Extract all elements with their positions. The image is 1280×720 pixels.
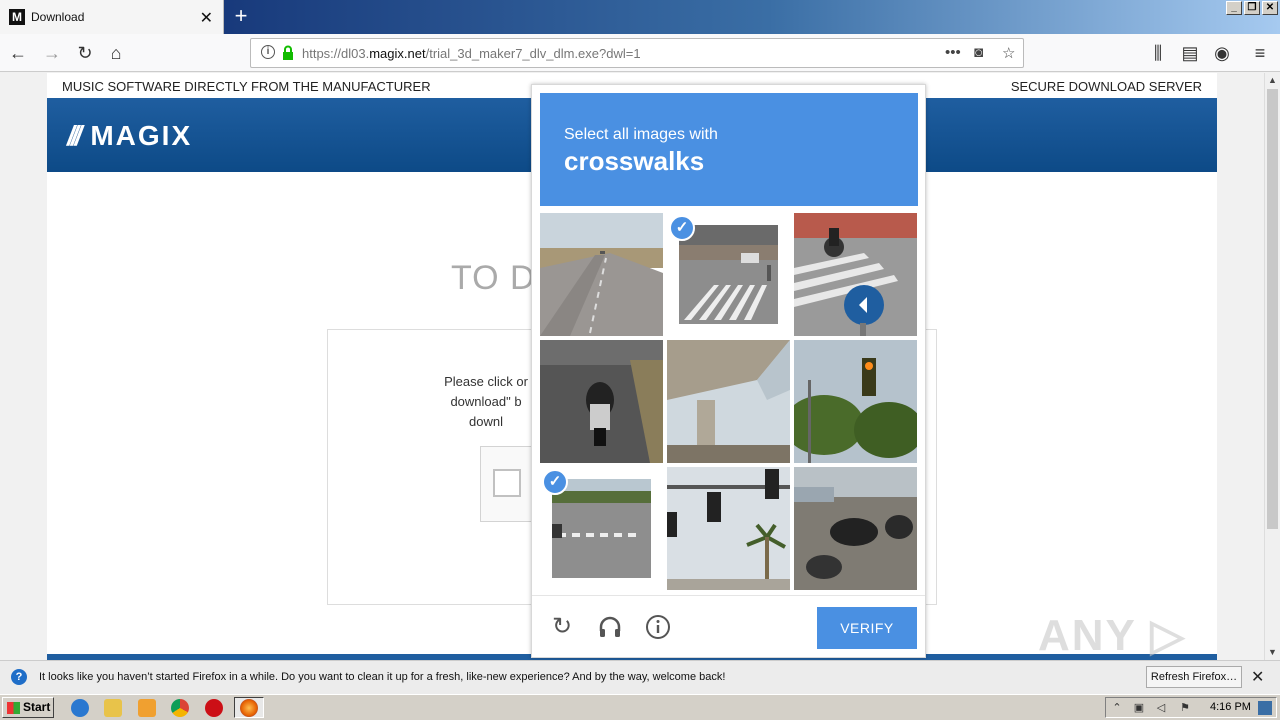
- media-player-icon[interactable]: [138, 699, 156, 717]
- page-scrollbar[interactable]: ▲ ▼: [1264, 73, 1280, 660]
- minimize-button[interactable]: _: [1226, 1, 1242, 15]
- tile-image: [540, 340, 663, 463]
- site-info-icon[interactable]: i: [261, 45, 275, 59]
- challenge-tile[interactable]: [667, 467, 790, 590]
- url-bar[interactable]: i https://dl03.magix.net/trial_3d_maker7…: [250, 38, 1024, 68]
- opera-icon[interactable]: [205, 699, 223, 717]
- question-icon: ?: [11, 669, 27, 685]
- chrome-icon[interactable]: [171, 699, 189, 717]
- network-icon[interactable]: ▣: [1132, 701, 1146, 715]
- tab-close-icon[interactable]: ✕: [200, 8, 213, 28]
- scroll-up-icon[interactable]: ▲: [1268, 75, 1277, 85]
- challenge-tile[interactable]: [794, 467, 917, 590]
- forward-icon[interactable]: →: [42, 43, 62, 63]
- tile-image: [667, 467, 790, 590]
- tab-strip: M Download ✕ + _ ❐ ✕: [0, 0, 1280, 34]
- tile-image: [540, 213, 663, 336]
- account-icon[interactable]: ◉: [1212, 43, 1232, 63]
- home-icon[interactable]: ⌂: [106, 43, 126, 63]
- tile-image: [679, 225, 778, 324]
- selected-check-icon: ✓: [542, 469, 568, 495]
- lock-icon: [283, 45, 293, 60]
- tile-image: [552, 479, 651, 578]
- url-text[interactable]: https://dl03.magix.net/trial_3d_maker7_d…: [302, 46, 641, 61]
- ie-icon[interactable]: [71, 699, 89, 717]
- nav-bar: ← → ↻ ⌂ i https://dl03.magix.net/trial_3…: [0, 34, 1280, 72]
- instructions-line: Please click or: [444, 374, 528, 389]
- back-icon[interactable]: ←: [8, 43, 28, 63]
- menu-icon[interactable]: ≡: [1250, 43, 1270, 63]
- challenge-tile[interactable]: [794, 213, 917, 336]
- tab-download[interactable]: M Download ✕: [0, 0, 224, 34]
- tile-image: [794, 340, 917, 463]
- pocket-icon[interactable]: ◙: [974, 44, 983, 61]
- scroll-thumb[interactable]: [1267, 89, 1278, 529]
- close-window-button[interactable]: ✕: [1262, 1, 1278, 15]
- challenge-prompt: Select all images with: [564, 126, 718, 143]
- show-desktop-icon[interactable]: [1258, 701, 1272, 715]
- tile-image: [794, 467, 917, 590]
- logo-text: MAGIX: [90, 120, 193, 151]
- magix-favicon-icon: M: [9, 9, 25, 25]
- magix-logo[interactable]: /// MAGIX: [67, 120, 192, 152]
- volume-icon[interactable]: ◁: [1154, 701, 1168, 715]
- challenge-tile[interactable]: [667, 340, 790, 463]
- download-instructions: Please click or download" b downl: [436, 372, 536, 432]
- system-tray: ⌃ ▣ ◁ ⚑ 4:16 PM: [1105, 697, 1277, 718]
- tab-title: Download: [31, 10, 85, 24]
- challenge-target: crosswalks: [564, 146, 705, 176]
- selected-check-icon: ✓: [669, 215, 695, 241]
- windows-logo-icon: [7, 702, 20, 714]
- url-prefix: https://dl03.: [302, 46, 370, 61]
- firefox-taskbar-button[interactable]: [234, 697, 264, 718]
- restore-button[interactable]: ❐: [1244, 1, 1260, 15]
- start-button[interactable]: Start: [2, 697, 54, 718]
- captcha-checkbox[interactable]: [493, 469, 521, 497]
- instructions-line: download" b: [450, 394, 522, 409]
- challenge-tile[interactable]: [794, 340, 917, 463]
- notification-close-icon[interactable]: ✕: [1251, 667, 1264, 687]
- window-controls: _ ❐ ✕: [1226, 1, 1278, 15]
- tagline: MUSIC SOFTWARE DIRECTLY FROM THE MANUFAC…: [62, 79, 431, 94]
- new-tab-button[interactable]: +: [230, 4, 252, 28]
- tray-expand-icon[interactable]: ⌃: [1110, 701, 1124, 715]
- page-actions-icon[interactable]: •••: [945, 44, 961, 61]
- tile-image: [667, 340, 790, 463]
- sidebar-icon[interactable]: ▤: [1180, 43, 1200, 63]
- challenge-header: Select all images with crosswalks: [540, 93, 918, 206]
- clock: 4:16 PM: [1210, 701, 1251, 713]
- challenge-tile[interactable]: ✓: [540, 467, 663, 590]
- library-icon[interactable]: ⫼: [1148, 43, 1168, 63]
- instructions-line: downl: [469, 414, 503, 429]
- verify-button[interactable]: VERIFY: [817, 607, 917, 649]
- challenge-tile[interactable]: ✓: [667, 213, 790, 336]
- secure-server-label: SECURE DOWNLOAD SERVER: [1010, 79, 1202, 94]
- notification-text: It looks like you haven’t started Firefo…: [39, 671, 726, 683]
- bookmark-star-icon[interactable]: ☆: [1002, 44, 1015, 62]
- info-icon[interactable]: [645, 614, 671, 640]
- headphones-icon[interactable]: [597, 614, 623, 640]
- challenge-tile[interactable]: [540, 213, 663, 336]
- notification-bar: ? It looks like you haven’t started Fire…: [0, 660, 1280, 694]
- refresh-icon[interactable]: ↻: [549, 614, 575, 640]
- url-path: /trial_3d_maker7_dlv_dlm.exe?dwl=1: [425, 46, 641, 61]
- url-domain: magix.net: [369, 46, 426, 61]
- image-challenge: Select all images with crosswalks ✓ ✓ ↻ …: [531, 84, 926, 658]
- refresh-firefox-button[interactable]: Refresh Firefox…: [1146, 666, 1242, 688]
- explorer-folder-icon[interactable]: [104, 699, 122, 717]
- challenge-footer: ↻ VERIFY: [532, 595, 925, 657]
- firefox-icon: [240, 699, 258, 717]
- start-label: Start: [23, 700, 51, 714]
- logo-mark: ///: [67, 120, 82, 151]
- taskbar: Start ⌃ ▣ ◁ ⚑ 4:16 PM: [0, 694, 1280, 720]
- challenge-tile[interactable]: [540, 340, 663, 463]
- tile-image: [794, 213, 917, 336]
- flag-icon[interactable]: ⚑: [1178, 701, 1192, 715]
- challenge-grid: ✓ ✓: [540, 213, 918, 591]
- reload-icon[interactable]: ↻: [75, 43, 95, 63]
